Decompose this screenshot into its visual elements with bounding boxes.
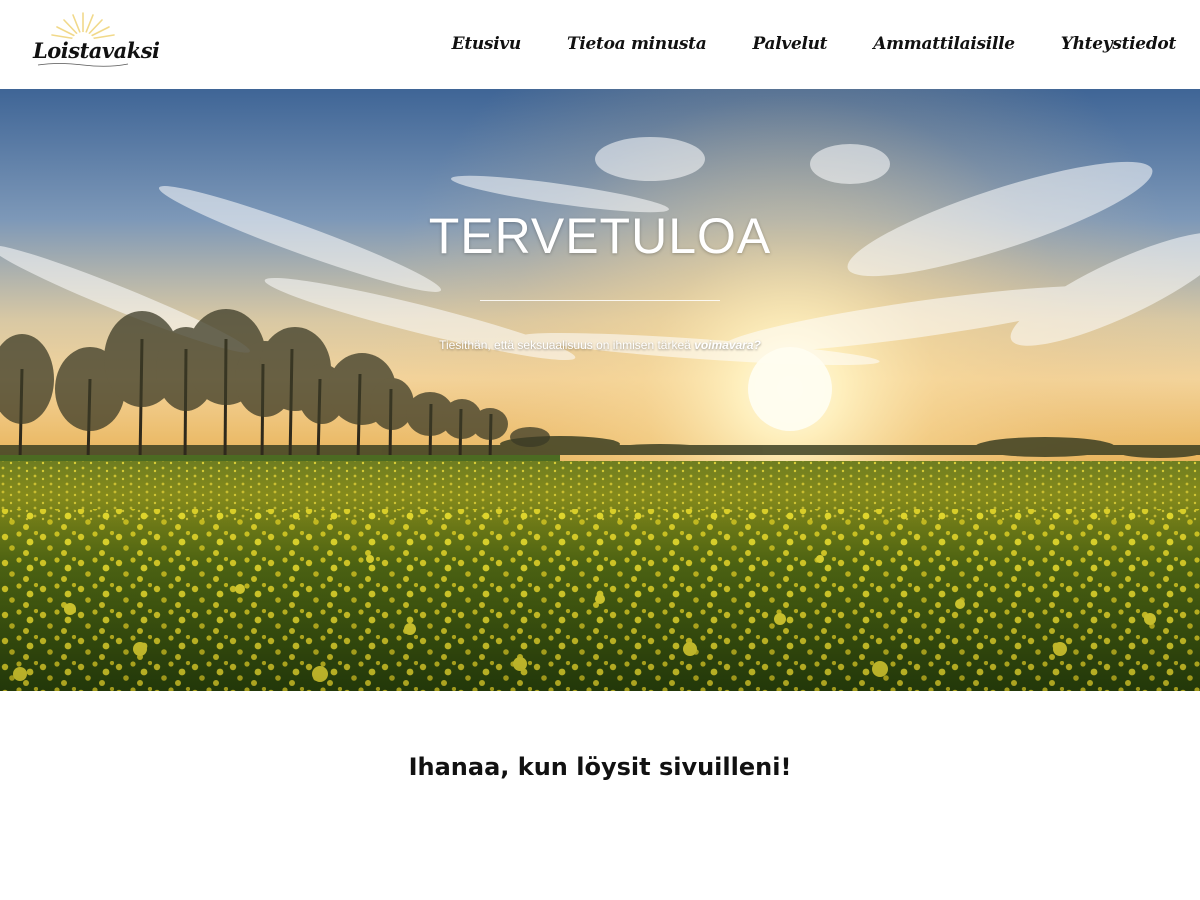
nav-item-tietoa-minusta[interactable]: Tietoa minusta [567, 34, 707, 54]
field-sunset-image [0, 89, 1200, 691]
logo-text: Loistavaksi [33, 38, 160, 63]
site-header: Loistavaksi Etusivu Tietoa minusta Palve… [0, 0, 1200, 89]
nav-item-etusivu[interactable]: Etusivu [452, 34, 522, 54]
hero-subtitle-emphasis: voimavara? [694, 338, 761, 352]
site-logo[interactable]: Loistavaksi [28, 10, 160, 72]
nav-item-ammattilaisille[interactable]: Ammattilaisille [873, 34, 1015, 54]
welcome-heading: Ihanaa, kun löysit sivuilleni! [408, 753, 792, 781]
hero-banner: TERVETULOA Tiesithän, että seksuaalisuus… [0, 89, 1200, 691]
nav-item-palvelut[interactable]: Palvelut [752, 34, 827, 54]
hero-divider [480, 300, 720, 301]
main-navigation: Etusivu Tietoa minusta Palvelut Ammattil… [452, 30, 1177, 58]
hero-title: TERVETULOA [428, 208, 772, 264]
hero-subtitle: Tiesithän, että seksuaalisuus on ihmisen… [0, 338, 1200, 352]
hero-subtitle-text: Tiesithän, että seksuaalisuus on ihmisen… [439, 338, 695, 352]
nav-item-yhteystiedot[interactable]: Yhteystiedot [1061, 34, 1177, 54]
